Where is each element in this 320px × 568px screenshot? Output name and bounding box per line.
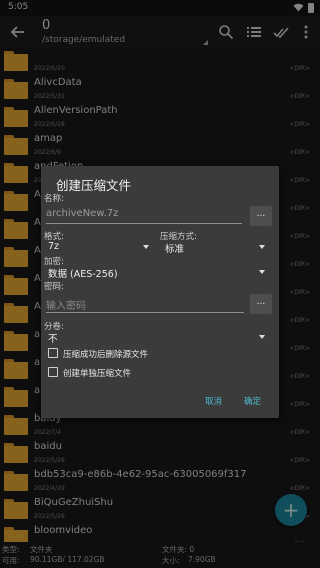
chevron-down-icon: [259, 245, 265, 249]
encrypt-select[interactable]: 数据 (AES-256): [48, 266, 265, 280]
split-value: 不: [48, 334, 58, 345]
password-label: 密码:: [44, 282, 64, 292]
password-input[interactable]: 输入密码: [46, 297, 244, 313]
delete-after-label[interactable]: 压缩成功后删除源文件: [63, 348, 148, 360]
chevron-down-icon: [143, 245, 149, 249]
format-select[interactable]: 7z: [48, 241, 149, 255]
method-select[interactable]: 标准: [165, 241, 265, 255]
split-select[interactable]: 不: [48, 331, 265, 345]
format-value: 7z: [48, 241, 60, 252]
delete-after-checkbox[interactable]: [48, 348, 58, 358]
chevron-down-icon: [259, 335, 265, 339]
create-archive-dialog: 创建压缩文件 名称: archiveNew.7z ... 格式: 压缩方式: 7…: [41, 166, 279, 418]
name-label: 名称:: [44, 194, 64, 204]
encrypt-value: 数据 (AES-256): [48, 269, 118, 280]
browse-button[interactable]: ...: [250, 206, 272, 226]
separate-archive-checkbox[interactable]: [48, 367, 58, 377]
method-value: 标准: [165, 244, 185, 255]
ok-button[interactable]: 确定: [244, 395, 261, 407]
cancel-button[interactable]: 取消: [205, 395, 222, 407]
dialog-title: 创建压缩文件: [56, 178, 132, 193]
separate-archive-label[interactable]: 创建单独压缩文件: [63, 367, 131, 379]
password-options-button[interactable]: ...: [250, 294, 272, 314]
chevron-down-icon: [259, 270, 265, 274]
archive-name-input[interactable]: archiveNew.7z: [46, 208, 242, 224]
